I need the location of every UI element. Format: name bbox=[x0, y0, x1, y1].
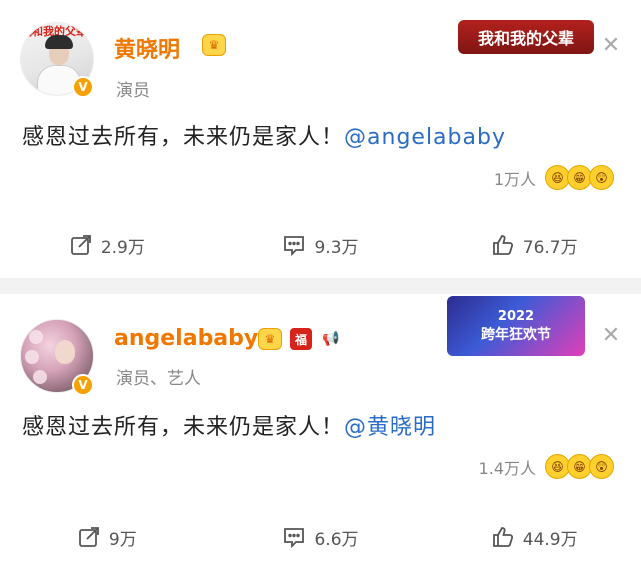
reaction-count: 1.4万人 bbox=[478, 458, 536, 478]
like-icon bbox=[491, 233, 515, 257]
weibo-post-huangxiaoming: 我和我的父辈 V 黄晓明 ♛ 演员 我和我的父辈 ✕ 感恩过去所有，未来仍是家人… bbox=[0, 0, 641, 278]
like-button[interactable]: 76.7万 bbox=[427, 225, 641, 265]
close-icon[interactable]: ✕ bbox=[596, 30, 626, 60]
like-count: 76.7万 bbox=[522, 237, 578, 258]
user-subtitle: 演员 bbox=[116, 81, 150, 101]
comment-count: 6.6万 bbox=[314, 529, 359, 550]
reactions-summary[interactable]: 1万人 😆 😁 😲 bbox=[494, 165, 614, 190]
event-banner[interactable]: 2022 跨年狂欢节 bbox=[447, 296, 585, 356]
action-bar: 2.9万 9.3万 76.7万 bbox=[0, 225, 641, 265]
like-icon bbox=[491, 525, 515, 549]
share-count: 9万 bbox=[108, 529, 137, 550]
verified-icon: V bbox=[72, 76, 94, 98]
action-bar: 9万 6.6万 44.9万 bbox=[0, 517, 641, 557]
banner-text: 我和我的父辈 bbox=[477, 29, 574, 48]
banner-text: 跨年狂欢节 bbox=[481, 326, 551, 343]
content-text: 感恩过去所有，未来仍是家人！ bbox=[22, 125, 345, 150]
post-content: 感恩过去所有，未来仍是家人！@angelababy bbox=[22, 119, 506, 151]
horn-badge-icon[interactable]: 📢 bbox=[318, 328, 344, 350]
fu-badge-icon[interactable]: 福 bbox=[290, 328, 312, 350]
crown-badge-icon[interactable]: ♛ bbox=[202, 34, 226, 56]
comment-count: 9.3万 bbox=[314, 237, 359, 258]
share-icon bbox=[77, 525, 101, 549]
surprised-emoji-icon: 😲 bbox=[589, 454, 614, 479]
comment-icon bbox=[282, 233, 306, 257]
like-button[interactable]: 44.9万 bbox=[427, 517, 641, 557]
movie-banner[interactable]: 我和我的父辈 bbox=[458, 20, 594, 54]
share-button[interactable]: 2.9万 bbox=[0, 225, 214, 265]
close-icon[interactable]: ✕ bbox=[596, 320, 626, 350]
banner-year: 2022 bbox=[497, 308, 535, 324]
user-name[interactable]: 黄晓明 bbox=[114, 32, 180, 64]
reaction-count: 1万人 bbox=[493, 169, 536, 189]
verified-icon: V bbox=[72, 374, 94, 396]
surprised-emoji-icon: 😲 bbox=[589, 165, 614, 190]
reactions-summary[interactable]: 1.4万人 😆 😁 😲 bbox=[479, 454, 614, 479]
share-button[interactable]: 9万 bbox=[0, 517, 214, 557]
mention-link[interactable]: @黄晓明 bbox=[344, 415, 436, 440]
comment-icon bbox=[282, 525, 306, 549]
comment-button[interactable]: 9.3万 bbox=[214, 225, 428, 265]
weibo-post-angelababy: V angelababy ♛ 福 📢 演员、艺人 2022 跨年狂欢节 ✕ 感恩… bbox=[0, 294, 641, 561]
share-icon bbox=[69, 233, 93, 257]
user-subtitle: 演员、艺人 bbox=[116, 369, 201, 389]
comment-button[interactable]: 6.6万 bbox=[214, 517, 428, 557]
content-text: 感恩过去所有，未来仍是家人！ bbox=[22, 415, 345, 440]
post-content: 感恩过去所有，未来仍是家人！@黄晓明 bbox=[22, 409, 436, 441]
user-name[interactable]: angelababy bbox=[114, 326, 258, 351]
like-count: 44.9万 bbox=[522, 529, 578, 550]
share-count: 2.9万 bbox=[100, 237, 145, 258]
crown-badge-icon[interactable]: ♛ bbox=[258, 328, 282, 350]
mention-link[interactable]: @angelababy bbox=[344, 125, 506, 150]
